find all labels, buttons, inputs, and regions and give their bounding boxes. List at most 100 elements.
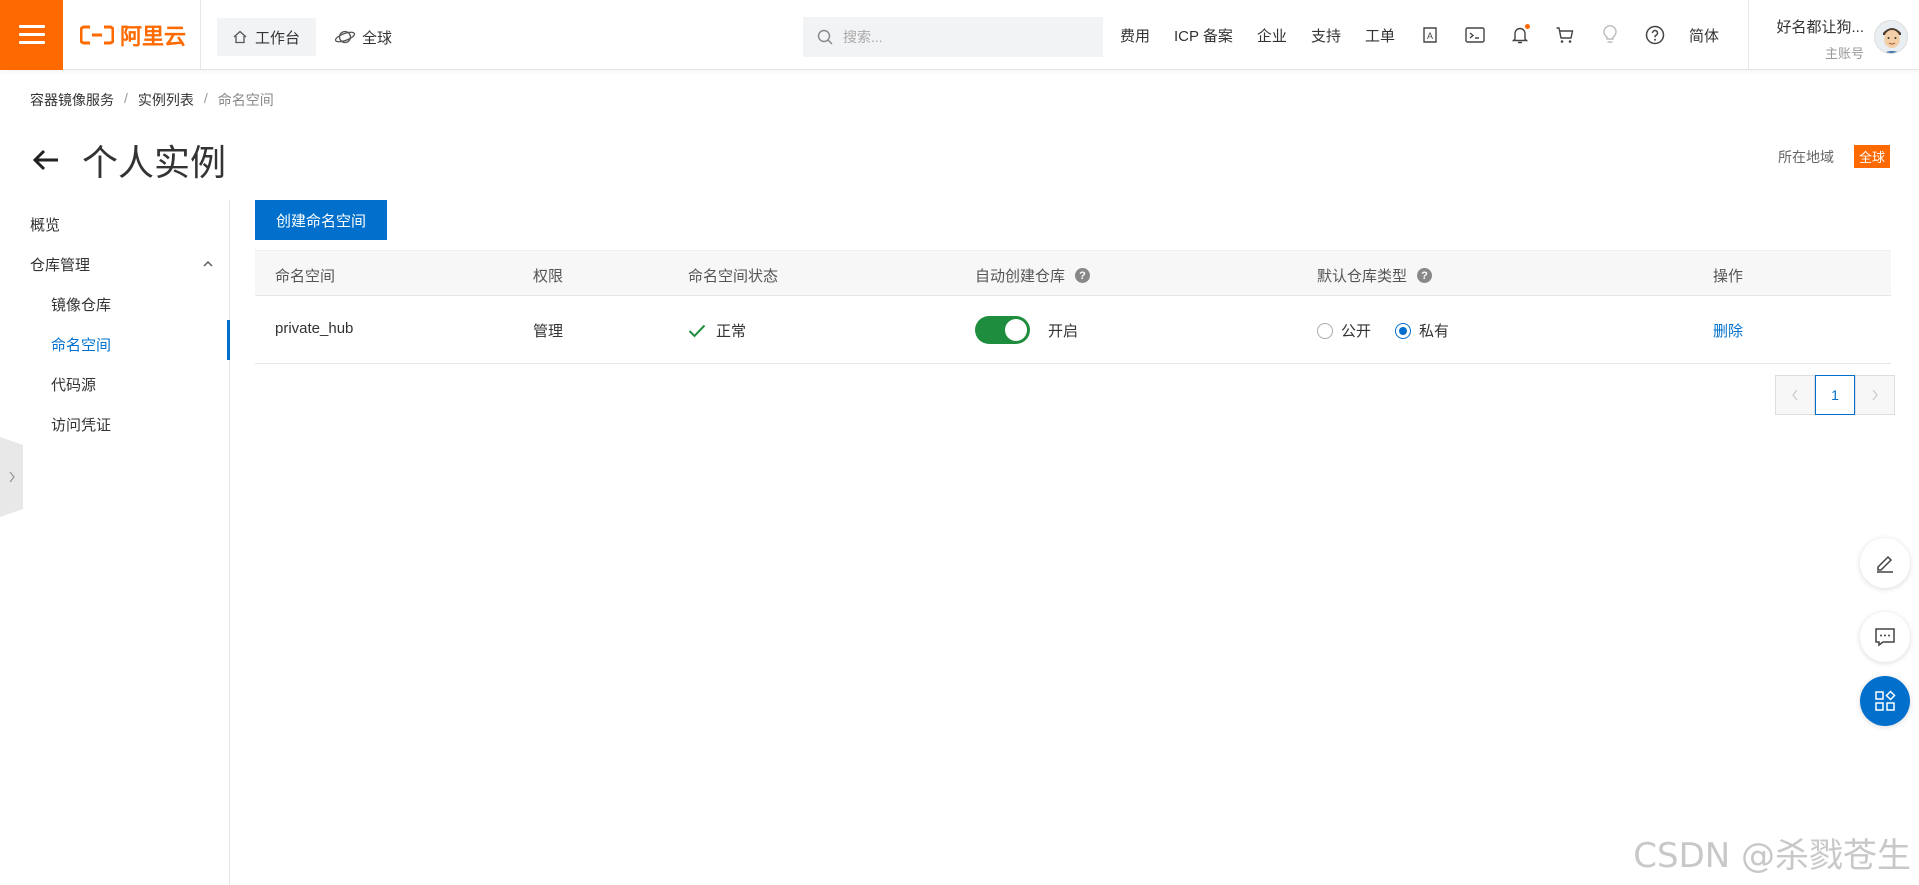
planet-icon — [334, 30, 356, 44]
breadcrumb-item-instances[interactable]: 实例列表 — [138, 90, 194, 110]
column-header-namespace: 命名空间 — [275, 268, 336, 285]
sidebar-item-code-source[interactable]: 代码源 — [51, 374, 96, 395]
chevron-up-icon[interactable] — [202, 258, 214, 270]
ai-assistant-icon[interactable]: A — [1419, 24, 1441, 46]
workbench-button[interactable]: 工作台 — [217, 18, 317, 56]
edit-icon — [1877, 555, 1893, 573]
aliyun-logo[interactable]: 阿里云 — [80, 22, 187, 49]
page-header: 个人实例 — [30, 134, 226, 186]
back-arrow-icon[interactable] — [30, 144, 62, 176]
search-box[interactable] — [803, 17, 1103, 57]
page-title: 个人实例 — [82, 142, 227, 183]
sidebar-item-overview[interactable]: 概览 — [30, 214, 60, 235]
sidebar-item-access-credentials[interactable]: 访问凭证 — [51, 414, 111, 435]
radio-private-label: 私有 — [1419, 323, 1450, 340]
check-icon — [688, 324, 706, 337]
aliyun-logo-icon — [80, 25, 114, 45]
auto-create-toggle[interactable] — [975, 316, 1030, 344]
logo-text: 阿里云 — [120, 24, 187, 49]
breadcrumb: 容器镜像服务 / 实例列表 / 命名空间 — [30, 90, 274, 110]
sidebar-collapse-handle[interactable] — [0, 437, 23, 517]
menu-icon — [18, 25, 45, 45]
column-header-default-type-label: 默认仓库类型 — [1317, 268, 1408, 285]
namespace-table: 命名空间 权限 命名空间状态 自动创建仓库 ? 默认仓库类型 ? 操作 priv… — [255, 250, 1891, 364]
status-text: 正常 — [716, 323, 747, 340]
svg-text:A: A — [1427, 31, 1433, 41]
global-label: 全球 — [362, 29, 393, 47]
column-header-auto-create-label: 自动创建仓库 — [975, 268, 1066, 285]
namespace-name: private_hub — [275, 320, 354, 337]
nav-link-billing[interactable]: 费用 — [1120, 25, 1150, 46]
search-icon — [817, 29, 833, 45]
lightbulb-icon[interactable] — [1599, 24, 1621, 46]
column-header-auto-create: 自动创建仓库 ? — [975, 265, 1091, 286]
sidebar-item-namespaces[interactable]: 命名空间 — [51, 334, 111, 355]
global-region-button[interactable]: 全球 — [334, 18, 392, 56]
top-links: 费用 ICP 备案 企业 支持 工单 A 简体 — [1120, 0, 1743, 70]
help-icon[interactable]: ? — [1417, 268, 1433, 283]
radio-private-input[interactable] — [1395, 322, 1412, 339]
chevron-left-icon — [1792, 389, 1798, 401]
user-name: 好名都让狗... — [1776, 19, 1864, 36]
radio-private[interactable]: 私有 — [1395, 320, 1449, 341]
home-icon — [233, 30, 247, 44]
apps-button[interactable] — [1860, 676, 1910, 726]
divider — [200, 0, 201, 70]
nav-link-enterprise[interactable]: 企业 — [1257, 25, 1287, 46]
breadcrumb-item-service[interactable]: 容器镜像服务 — [30, 90, 114, 110]
default-type-cell: 公开 私有 — [1317, 320, 1449, 341]
breadcrumb-item-current: 命名空间 — [217, 92, 274, 108]
next-page-button[interactable] — [1855, 375, 1895, 415]
language-switch[interactable]: 简体 — [1689, 25, 1719, 46]
avatar[interactable] — [1874, 20, 1908, 54]
active-indicator — [227, 320, 230, 360]
user-role: 主账号 — [1824, 46, 1864, 61]
hamburger-menu-button[interactable] — [0, 0, 63, 70]
permission-value: 管理 — [533, 323, 564, 340]
bell-icon[interactable] — [1509, 24, 1531, 46]
watermark: CSDN @杀戮苍生 — [1633, 836, 1911, 876]
top-navigation-bar: 阿里云 工作台 全球 费用 ICP 备案 企业 支持 工单 A — [0, 0, 1919, 70]
apps-grid-icon — [1875, 690, 1896, 711]
chat-icon — [1875, 628, 1895, 647]
column-header-default-type: 默认仓库类型 ? — [1317, 265, 1433, 286]
terminal-icon[interactable] — [1464, 24, 1486, 46]
radio-public-label: 公开 — [1341, 323, 1372, 340]
breadcrumb-separator: / — [124, 90, 128, 106]
user-menu[interactable]: 好名都让狗... 主账号 — [1760, 16, 1864, 62]
column-header-status: 命名空间状态 — [688, 268, 779, 285]
nav-link-icp[interactable]: ICP 备案 — [1174, 25, 1233, 46]
chevron-right-icon — [8, 471, 15, 483]
column-header-actions: 操作 — [1713, 268, 1744, 285]
prev-page-button[interactable] — [1775, 375, 1815, 415]
cart-icon[interactable] — [1554, 24, 1576, 46]
help-icon[interactable]: ? — [1075, 268, 1091, 283]
table-row: private_hub 管理 正常 开启 公开 私有 删除 — [255, 296, 1891, 364]
region-label: 所在地域 — [1777, 148, 1834, 165]
nav-link-support[interactable]: 支持 — [1311, 25, 1341, 46]
create-namespace-button[interactable]: 创建命名空间 — [255, 200, 387, 240]
radio-public[interactable]: 公开 — [1317, 320, 1371, 341]
nav-link-ticket[interactable]: 工单 — [1365, 25, 1395, 46]
chat-button[interactable] — [1860, 612, 1910, 662]
workbench-label: 工作台 — [255, 29, 301, 47]
delete-link[interactable]: 删除 — [1713, 320, 1743, 341]
pagination: 1 — [1775, 375, 1895, 415]
notification-dot — [1524, 24, 1530, 29]
help-icon[interactable] — [1644, 24, 1666, 46]
region-badge[interactable]: 全球 — [1853, 145, 1890, 168]
breadcrumb-separator: / — [203, 90, 208, 106]
toggle-knob — [1005, 319, 1027, 341]
sidebar-item-image-repos[interactable]: 镜像仓库 — [51, 294, 111, 315]
search-input[interactable] — [843, 29, 1083, 45]
region-indicator: 所在地域 全球 — [1778, 145, 1890, 168]
sidebar-item-repo-management[interactable]: 仓库管理 — [30, 254, 90, 275]
table-header: 命名空间 权限 命名空间状态 自动创建仓库 ? 默认仓库类型 ? 操作 — [255, 250, 1891, 296]
feedback-button[interactable] — [1860, 538, 1910, 588]
radio-public-input[interactable] — [1317, 322, 1333, 339]
divider — [1748, 0, 1749, 70]
avatar-icon — [1875, 21, 1907, 53]
auto-create-label: 开启 — [1048, 322, 1079, 340]
page-button[interactable]: 1 — [1815, 375, 1855, 415]
status-cell: 正常 — [688, 320, 746, 341]
